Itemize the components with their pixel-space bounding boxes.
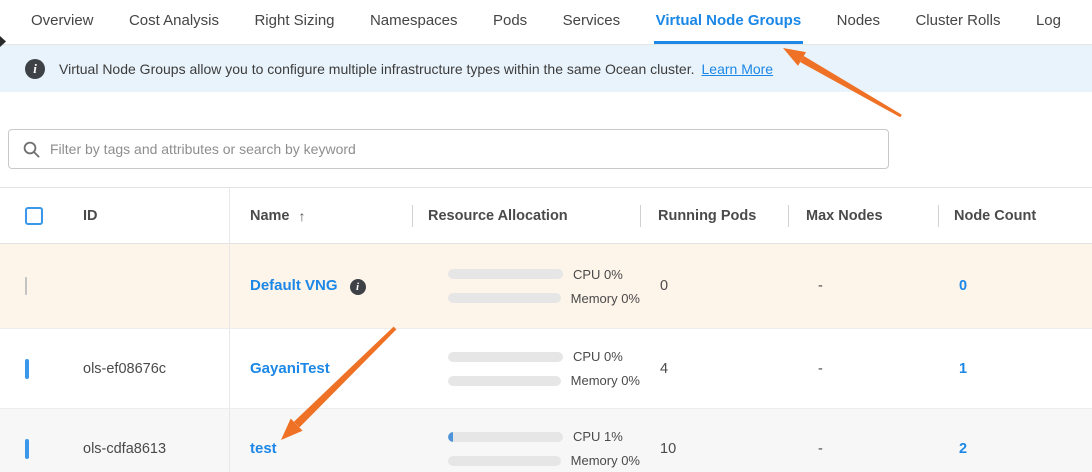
memory-usage-label: Memory 0% (571, 291, 640, 306)
col-header-name-label: Name (250, 208, 290, 224)
memory-usage-bar (448, 456, 561, 466)
col-header-id-label: ID (83, 208, 98, 224)
tab-right-sizing[interactable]: Right Sizing (252, 0, 336, 44)
tab-overview[interactable]: Overview (29, 0, 96, 44)
tab-bar: Overview Cost Analysis Right Sizing Name… (0, 0, 1092, 45)
row-checkbox[interactable] (25, 359, 29, 379)
max-nodes-value: - (788, 361, 938, 377)
resource-allocation-cell: CPU 0% Memory 0% (412, 267, 640, 306)
row-checkbox[interactable] (25, 439, 29, 459)
cpu-usage-bar (448, 352, 563, 362)
vng-name-link[interactable]: Default VNG (250, 277, 338, 294)
col-header-node-count[interactable]: Node Count (938, 188, 1092, 244)
vng-id-cell: ols-ef08676c (58, 329, 230, 408)
cpu-usage-bar (448, 269, 563, 279)
tab-cost-analysis[interactable]: Cost Analysis (127, 0, 221, 44)
resource-allocation-cell: CPU 0% Memory 0% (412, 349, 640, 388)
tab-nodes[interactable]: Nodes (835, 0, 882, 44)
col-header-resource-allocation[interactable]: Resource Allocation (412, 188, 640, 244)
col-header-running-pods[interactable]: Running Pods (640, 188, 788, 244)
table-row-default-vng: Default VNG i CPU 0% Memory 0% 0 - 0 (0, 244, 1092, 329)
tab-virtual-node-groups[interactable]: Virtual Node Groups (654, 0, 804, 44)
node-count-link[interactable]: 0 (959, 278, 967, 294)
memory-usage-label: Memory 0% (571, 373, 640, 388)
running-pods-value: 4 (640, 361, 788, 377)
max-nodes-value: - (788, 278, 938, 294)
node-count-link[interactable]: 2 (959, 441, 967, 457)
vng-id-cell (58, 244, 230, 328)
cpu-usage-label: CPU 1% (573, 429, 623, 444)
info-banner: i Virtual Node Groups allow you to confi… (0, 45, 1092, 92)
select-all-checkbox[interactable] (25, 207, 43, 225)
col-header-resource-label: Resource Allocation (428, 208, 568, 224)
cpu-usage-label: CPU 0% (573, 267, 623, 282)
memory-usage-bar (448, 293, 561, 303)
ocean-cluster-page: Overview Cost Analysis Right Sizing Name… (0, 0, 1092, 472)
resource-allocation-cell: CPU 1% Memory 0% (412, 429, 640, 468)
node-count-link[interactable]: 1 (959, 361, 967, 377)
tab-log[interactable]: Log (1034, 0, 1063, 44)
memory-usage-bar (448, 376, 561, 386)
vng-name-link[interactable]: GayaniTest (250, 360, 330, 377)
info-icon: i (25, 59, 45, 79)
vng-id: ols-cdfa8613 (83, 441, 166, 457)
col-header-count-label: Node Count (954, 208, 1036, 224)
banner-text: Virtual Node Groups allow you to configu… (59, 61, 695, 77)
tab-pods[interactable]: Pods (491, 0, 529, 44)
vng-name-link[interactable]: test (250, 440, 277, 457)
search-input[interactable]: Filter by tags and attributes or search … (8, 129, 889, 169)
sort-ascending-icon: ↑ (299, 208, 306, 224)
table-header: ID Name ↑ Resource Allocation Running Po… (0, 188, 1092, 244)
vng-table: ID Name ↑ Resource Allocation Running Po… (0, 187, 1092, 472)
running-pods-value: 10 (640, 441, 788, 457)
vng-id: ols-ef08676c (83, 361, 166, 377)
row-checkbox-disabled (25, 277, 27, 295)
vng-id-cell: ols-cdfa8613 (58, 409, 230, 472)
tab-cluster-rolls[interactable]: Cluster Rolls (913, 0, 1002, 44)
search-placeholder: Filter by tags and attributes or search … (50, 141, 356, 157)
tab-namespaces[interactable]: Namespaces (368, 0, 460, 44)
table-row-test: ols-cdfa8613 test CPU 1% Memory 0% 10 - … (0, 409, 1092, 472)
col-header-pods-label: Running Pods (658, 208, 756, 224)
col-header-name[interactable]: Name ↑ (230, 188, 412, 244)
search-icon (23, 141, 40, 158)
learn-more-link[interactable]: Learn More (702, 61, 774, 77)
running-pods-value: 0 (640, 278, 788, 294)
tab-services[interactable]: Services (561, 0, 623, 44)
col-header-max-label: Max Nodes (806, 208, 883, 224)
col-header-id[interactable]: ID (58, 188, 230, 244)
info-icon[interactable]: i (350, 279, 366, 295)
max-nodes-value: - (788, 441, 938, 457)
col-header-max-nodes[interactable]: Max Nodes (788, 188, 938, 244)
table-row-gayanitest: ols-ef08676c GayaniTest CPU 0% Memory 0%… (0, 329, 1092, 409)
memory-usage-label: Memory 0% (571, 453, 640, 468)
cpu-usage-label: CPU 0% (573, 349, 623, 364)
cpu-usage-bar (448, 432, 563, 442)
